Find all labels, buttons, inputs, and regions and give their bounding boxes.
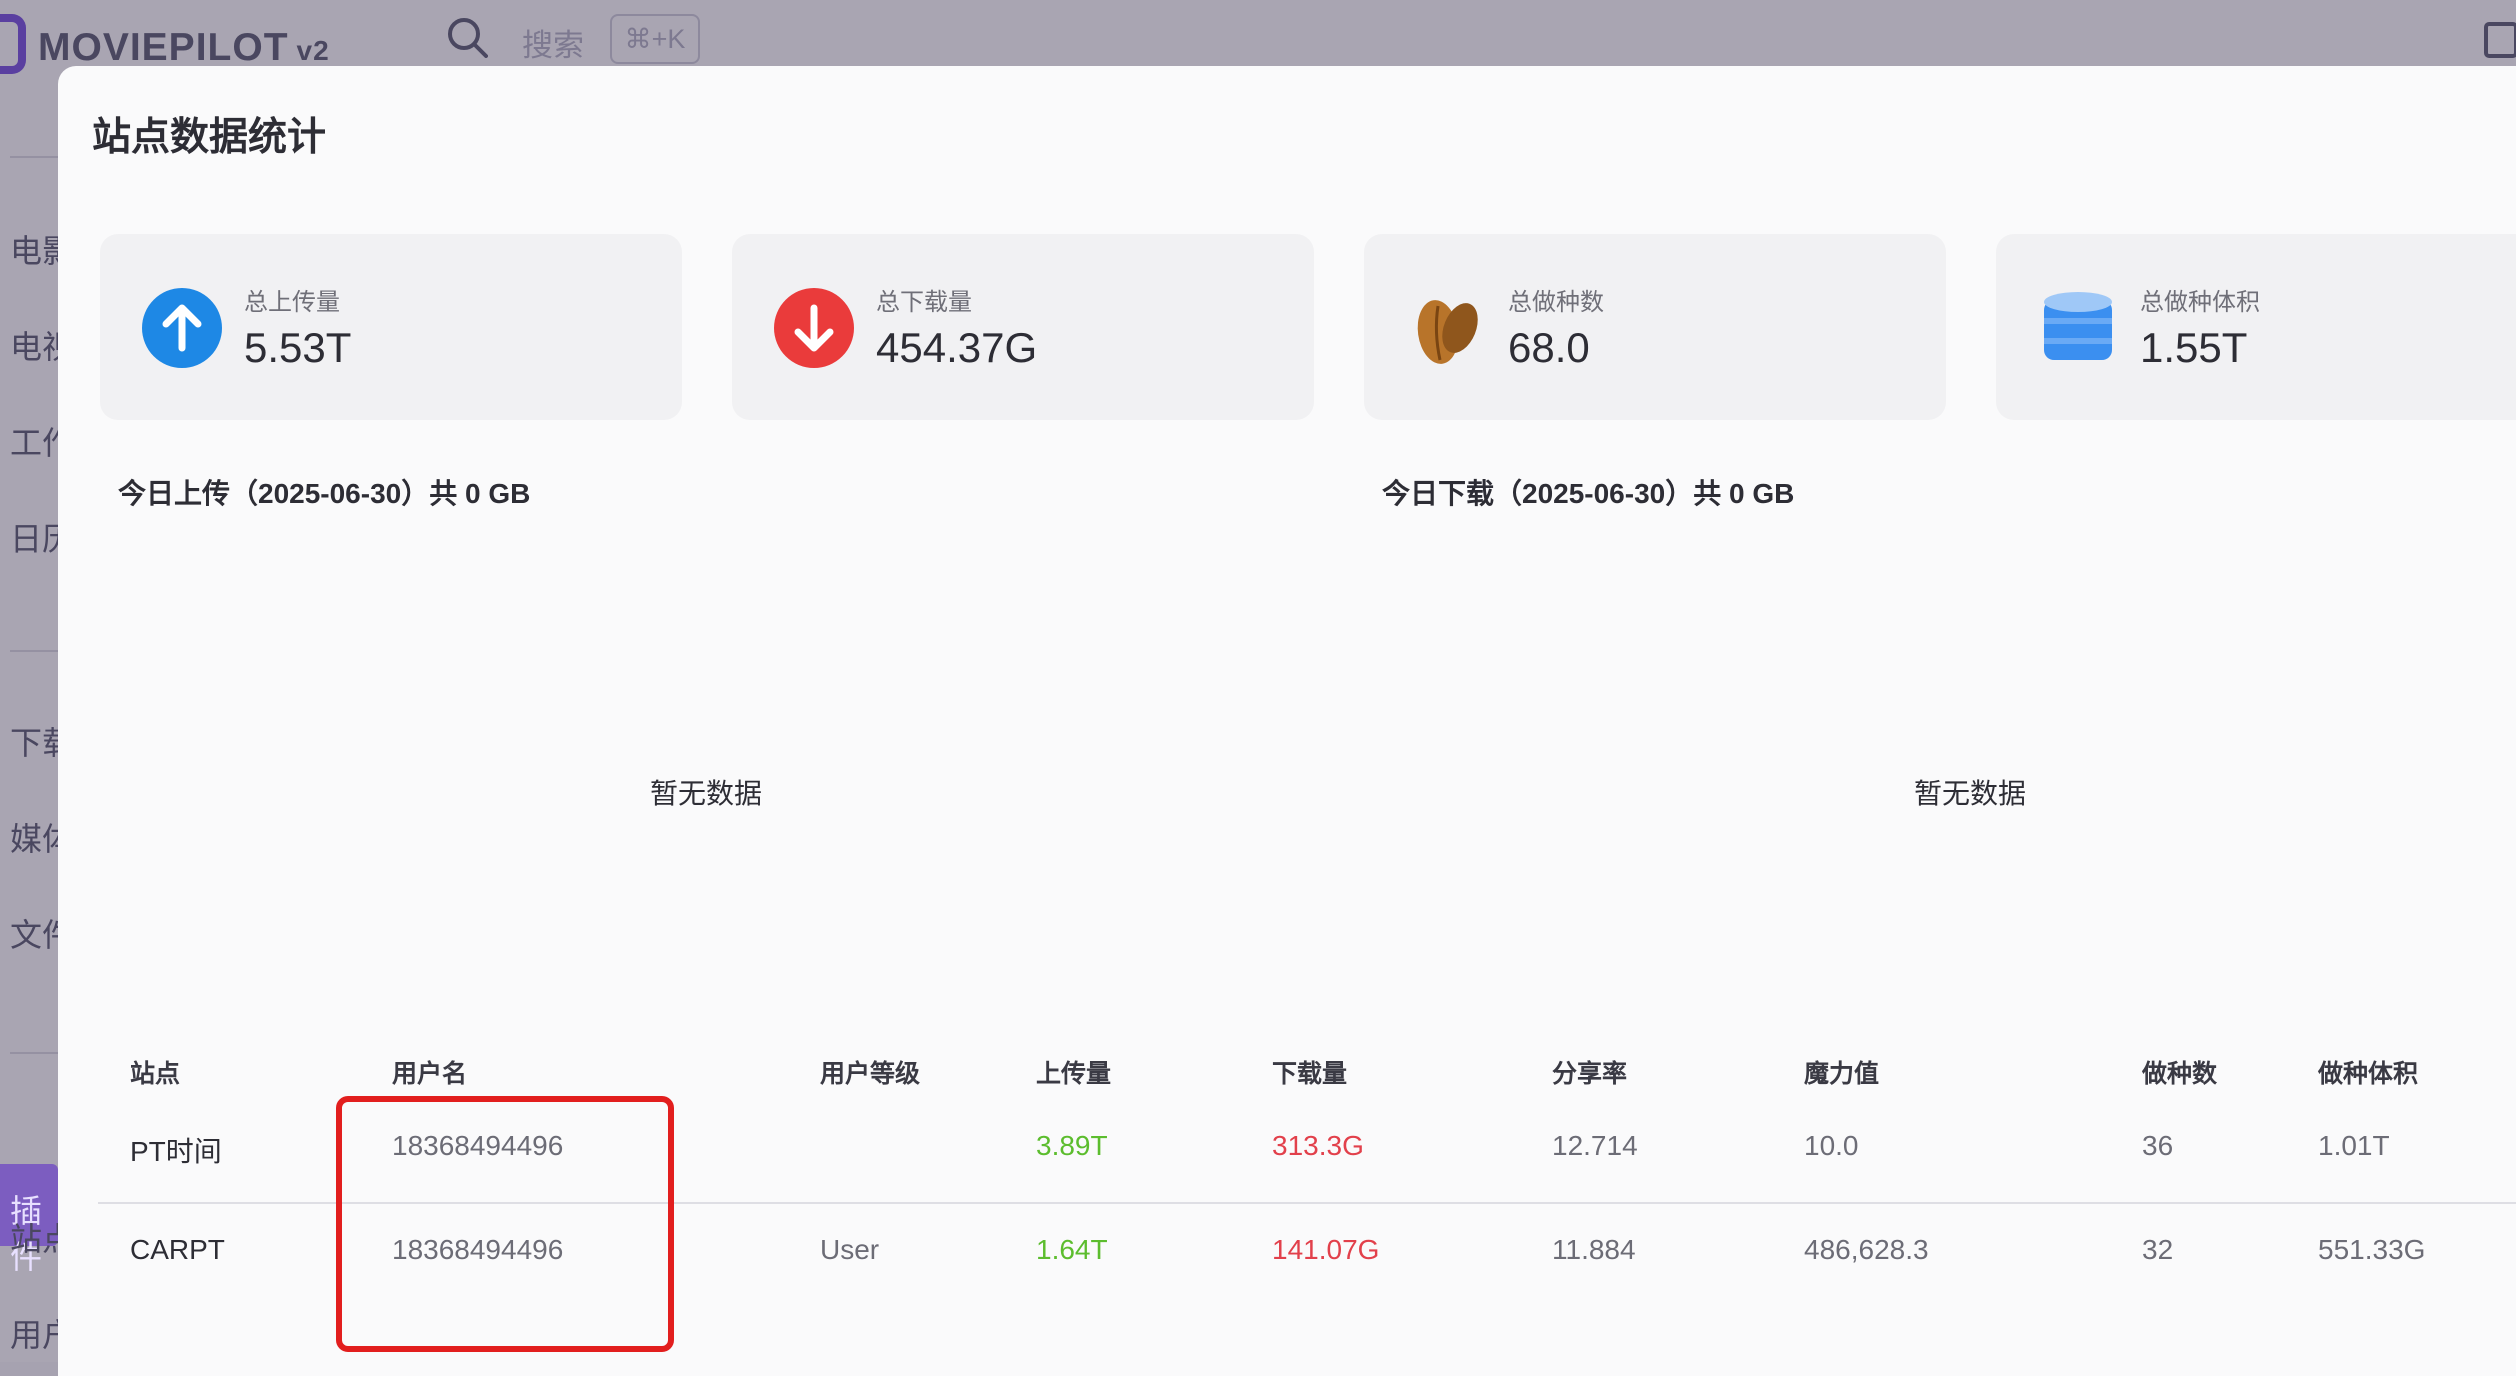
stat-card-total-download: 总下载量 454.37G bbox=[732, 234, 1314, 420]
stat-label: 总下载量 bbox=[876, 289, 972, 316]
stat-value: 5.53T bbox=[244, 324, 352, 371]
cell-ratio: 11.884 bbox=[1552, 1234, 1636, 1265]
column-header-level[interactable]: 用户等级 bbox=[820, 1054, 920, 1090]
seed-icon bbox=[1417, 300, 1478, 364]
sidebar-item-movies[interactable]: 电影 bbox=[10, 226, 60, 272]
cell-seeds: 36 bbox=[2142, 1130, 2174, 1161]
cell-seed-size: 1.01T bbox=[2318, 1130, 2390, 1161]
sidebar: 电影 电视 工作 日历 下载 媒体 文件 插件 站点 用户 bbox=[0, 66, 60, 1362]
sidebar-item-files[interactable]: 文件 bbox=[10, 910, 60, 956]
sidebar-divider bbox=[10, 650, 58, 652]
search-input[interactable]: 搜索 bbox=[522, 20, 584, 65]
cell-download: 141.07G bbox=[1272, 1234, 1380, 1265]
search-icon[interactable] bbox=[446, 16, 488, 58]
sidebar-item-calendar[interactable]: 日历 bbox=[10, 514, 60, 560]
today-download-label: 今日下载（2025-06-30）共 0 GB bbox=[1382, 478, 1795, 509]
column-header-download[interactable]: 下载量 bbox=[1272, 1054, 1347, 1090]
arrow-up-circle-icon bbox=[142, 288, 222, 368]
column-header-bonus[interactable]: 魔力值 bbox=[1804, 1054, 1879, 1090]
cell-site: PT时间 bbox=[130, 1136, 222, 1167]
logo-icon bbox=[0, 14, 26, 74]
cell-bonus: 10.0 bbox=[1804, 1130, 1859, 1161]
stat-label: 总做种数 bbox=[1508, 289, 1604, 316]
column-header-upload[interactable]: 上传量 bbox=[1036, 1054, 1111, 1090]
cell-seed-size: 551.33G bbox=[2318, 1234, 2426, 1265]
stat-label: 总上传量 bbox=[244, 289, 340, 316]
sidebar-item-sites[interactable]: 站点 bbox=[10, 1214, 60, 1260]
database-icon bbox=[2044, 292, 2112, 360]
cell-upload: 1.64T bbox=[1036, 1234, 1108, 1265]
arrow-down-circle-icon bbox=[774, 288, 854, 368]
upload-no-data-text: 暂无数据 bbox=[650, 778, 763, 809]
username-column-highlight-box bbox=[336, 1096, 674, 1352]
cell-download: 313.3G bbox=[1272, 1130, 1364, 1161]
stat-card-total-seed-size: 总做种体积 1.55T bbox=[1996, 234, 2516, 420]
cell-seeds: 32 bbox=[2142, 1234, 2174, 1265]
app-version: v2 bbox=[296, 35, 330, 66]
cell-site: CARPT bbox=[130, 1234, 225, 1265]
column-header-ratio[interactable]: 分享率 bbox=[1552, 1054, 1627, 1090]
stat-label: 总做种体积 bbox=[2140, 289, 2260, 316]
sidebar-item-downloads[interactable]: 下载 bbox=[10, 718, 60, 764]
cell-bonus: 486,628.3 bbox=[1804, 1234, 1929, 1265]
sidebar-item-tv[interactable]: 电视 bbox=[10, 322, 60, 368]
stat-value: 68.0 bbox=[1508, 324, 1590, 371]
sidebar-divider bbox=[10, 156, 58, 158]
stat-value: 454.37G bbox=[876, 324, 1038, 371]
top-bar: MOVIEPILOT v2 搜索 ⌘+K bbox=[0, 0, 2516, 74]
sidebar-item-workflow[interactable]: 工作 bbox=[10, 418, 60, 464]
column-header-site[interactable]: 站点 bbox=[130, 1054, 180, 1090]
dialog-title: 站点数据统计 bbox=[92, 116, 327, 159]
stat-card-total-upload: 总上传量 5.53T bbox=[100, 234, 682, 420]
sidebar-item-users[interactable]: 用户 bbox=[10, 1310, 60, 1356]
window-icon[interactable] bbox=[2484, 22, 2516, 58]
column-header-username[interactable]: 用户名 bbox=[392, 1054, 467, 1090]
column-header-seed-size[interactable]: 做种体积 bbox=[2318, 1054, 2418, 1090]
today-upload-label: 今日上传（2025-06-30）共 0 GB bbox=[118, 478, 531, 509]
app-name: MOVIEPILOT bbox=[38, 26, 289, 69]
cell-level: User bbox=[820, 1234, 880, 1265]
column-header-seeds[interactable]: 做种数 bbox=[2142, 1054, 2217, 1090]
stat-value: 1.55T bbox=[2140, 324, 2248, 371]
app-title: MOVIEPILOT v2 bbox=[38, 26, 330, 70]
cell-upload: 3.89T bbox=[1036, 1130, 1108, 1161]
cell-ratio: 12.714 bbox=[1552, 1130, 1638, 1161]
download-no-data-text: 暂无数据 bbox=[1914, 778, 2027, 809]
sidebar-item-media[interactable]: 媒体 bbox=[10, 814, 60, 860]
search-shortcut-badge: ⌘+K bbox=[610, 14, 700, 64]
stat-card-total-seeds: 总做种数 68.0 bbox=[1364, 234, 1946, 420]
site-table-header: 站点 用户名 用户等级 上传量 下载量 分享率 魔力值 做种数 做种体积 bbox=[0, 1040, 2440, 1100]
